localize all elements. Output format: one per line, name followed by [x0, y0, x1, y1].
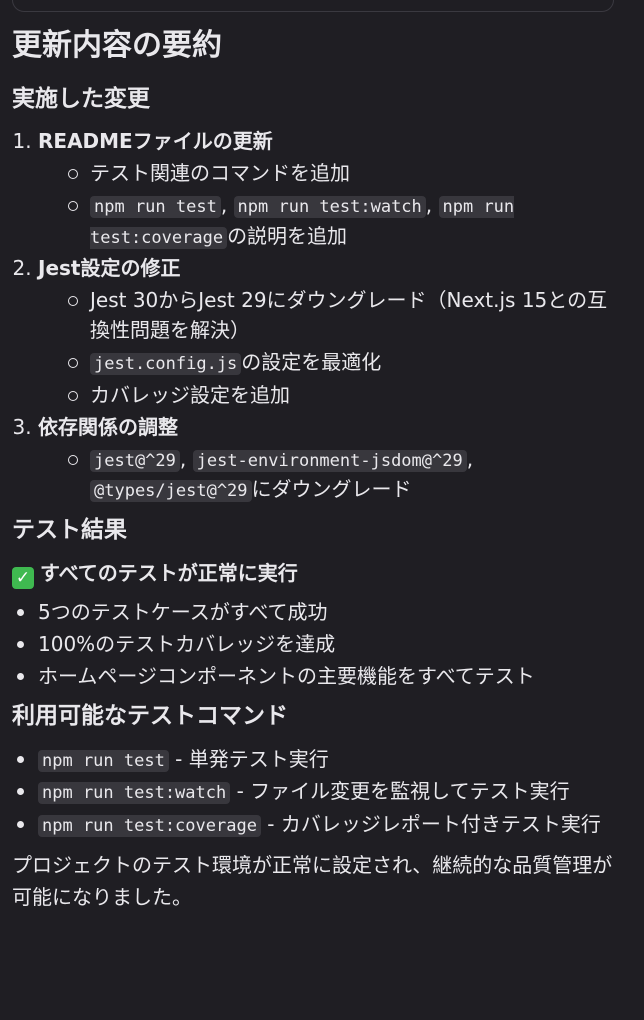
command-code: npm run test:coverage	[38, 814, 261, 837]
code-npm-run-test: npm run test	[90, 196, 221, 218]
results-heading: テスト結果	[12, 516, 127, 543]
sub-item: カバレッジ設定を追加	[64, 380, 624, 410]
sub-item-suffix: の説明を追加	[227, 223, 348, 248]
command-desc: - 単発テスト実行	[168, 746, 329, 771]
list-item: npm run test - 単発テスト実行	[12, 744, 624, 775]
deps-sub-list: jest@^29, jest-environment-jsdom@^29, @t…	[38, 444, 624, 505]
page-title: 更新内容の要約	[12, 28, 222, 63]
separator: ,	[179, 446, 193, 471]
closing-text: プロジェクトのテスト環境が正常に設定され、継続的な品質管理が可能になりました。	[12, 853, 613, 909]
results-status: ✓ すべてのテストが正常に実行	[12, 557, 624, 589]
separator: ,	[466, 446, 474, 471]
input-box-edge	[12, 0, 614, 12]
changes-item-title: Jest設定の修正	[38, 256, 181, 280]
sub-item-text: カバレッジ設定を追加	[90, 382, 290, 407]
list-item: 5つのテストケースがすべて成功	[12, 597, 624, 627]
list-item: npm run test:coverage - カバレッジレポート付きテスト実行	[12, 809, 624, 840]
sub-item-text: Jest 30からJest 29にダウングレード（Next.js 15との互換性…	[90, 288, 608, 342]
code-npm-run-test-watch: npm run test:watch	[233, 196, 426, 218]
changes-item-title: 依存関係の調整	[38, 414, 178, 439]
changes-item-jest: Jest設定の修正 Jest 30からJest 29にダウングレード（Next.…	[38, 253, 624, 410]
sub-item: jest@^29, jest-environment-jsdom@^29, @t…	[64, 444, 624, 505]
command-desc: - カバレッジレポート付きテスト実行	[260, 811, 601, 836]
command-code: npm run test	[38, 749, 169, 772]
list-item: ホームページコンポーネントの主要機能をすべてテスト	[12, 661, 624, 691]
changes-item-title: READMEファイルの更新	[38, 129, 273, 153]
separator: ,	[425, 193, 439, 217]
code-jest-config: jest.config.js	[90, 353, 242, 375]
sub-item-suffix: の設定を最適化	[241, 350, 382, 374]
readme-sub-list: テスト関連のコマンドを追加 npm run test, npm run test…	[38, 158, 624, 251]
separator: ,	[220, 193, 234, 217]
code-jest-env-jsdom-29: jest-environment-jsdom@^29	[192, 449, 467, 472]
sub-item: npm run test, npm run test:watch, npm ru…	[64, 190, 624, 251]
jest-sub-list: Jest 30からJest 29にダウングレード（Next.js 15との互換性…	[38, 285, 624, 410]
commands-heading: 利用可能なテストコマンド	[12, 703, 288, 729]
changes-item-deps: 依存関係の調整 jest@^29, jest-environment-jsdom…	[38, 412, 624, 505]
changes-heading: 実施した変更	[12, 85, 150, 112]
command-desc: - ファイル変更を監視してテスト実行	[230, 779, 570, 803]
changes-item-readme: READMEファイルの更新 テスト関連のコマンドを追加 npm run test…	[38, 126, 624, 251]
commands-list: npm run test - 単発テスト実行 npm run test:watc…	[12, 744, 624, 840]
list-item: 100%のテストカバレッジを達成	[12, 629, 624, 659]
sub-item-text: テスト関連のコマンドを追加	[90, 161, 350, 185]
sub-item-suffix: にダウングレード	[251, 477, 412, 501]
sub-item: jest.config.js の設定を最適化	[64, 347, 624, 378]
sub-item: Jest 30からJest 29にダウングレード（Next.js 15との互換性…	[64, 285, 624, 345]
results-list: 5つのテストケースがすべて成功 100%のテストカバレッジを達成 ホームページコ…	[12, 597, 624, 691]
changes-list: READMEファイルの更新 テスト関連のコマンドを追加 npm run test…	[12, 126, 624, 505]
command-code: npm run test:watch	[38, 782, 231, 804]
list-item: npm run test:watch - ファイル変更を監視してテスト実行	[12, 776, 624, 807]
sub-item: テスト関連のコマンドを追加	[64, 158, 624, 188]
results-status-text: すべてのテストが正常に実行	[40, 561, 298, 585]
code-jest-29: jest@^29	[90, 449, 180, 472]
code-types-jest-29: @types/jest@^29	[90, 480, 252, 502]
message-content: 更新内容の要約 実施した変更 READMEファイルの更新 テスト関連のコマンドを…	[12, 24, 624, 913]
check-mark-icon: ✓	[12, 567, 34, 589]
